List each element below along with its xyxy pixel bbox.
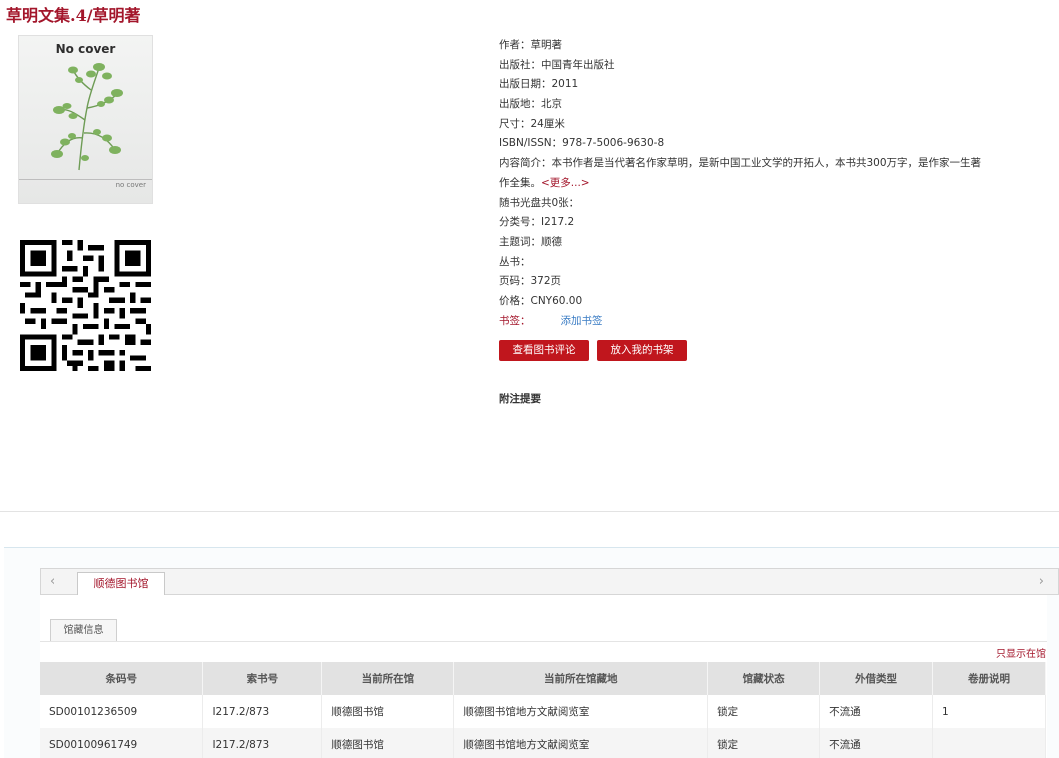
meta-pub-date: 出版日期：2011 bbox=[499, 78, 579, 91]
meta-pages: 页码：372页 bbox=[499, 275, 562, 288]
cell-current-location: 顺德图书馆地方文献阅览室 bbox=[453, 728, 709, 758]
meta-bookmark: 书签： 添加书签 bbox=[499, 312, 989, 332]
meta-isbn: ISBN/ISSN：978-7-5006-9630-8 bbox=[499, 137, 665, 150]
col-barcode[interactable]: 条码号 bbox=[40, 662, 204, 695]
cover-no-cover-text: No cover bbox=[55, 42, 116, 56]
cell-status: 锁定 bbox=[707, 728, 821, 758]
subtab-divider bbox=[40, 641, 1047, 642]
cell-volume-note: 1 bbox=[932, 695, 1046, 728]
cell-loan-type: 不流通 bbox=[819, 728, 934, 758]
meta-size: 尺寸：24厘米 bbox=[499, 117, 565, 130]
add-to-shelf-button[interactable]: 放入我的书架 bbox=[597, 340, 687, 361]
bookmark-label: 书签： bbox=[499, 314, 531, 327]
qr-code bbox=[20, 240, 151, 371]
chevron-left-icon[interactable]: ‹ bbox=[50, 574, 55, 589]
meta-subject: 主题词：顺德 bbox=[499, 235, 562, 248]
cell-barcode: SD00100961749 bbox=[40, 728, 204, 758]
meta-disc: 随书光盘共0张： bbox=[499, 196, 580, 209]
intro-more-link[interactable]: <更多...> bbox=[541, 177, 590, 189]
meta-class-no: 分类号：I217.2 bbox=[499, 216, 575, 229]
tab-holdings-info[interactable]: 馆藏信息 bbox=[50, 619, 117, 642]
meta-intro: 内容简介：本书作者是当代著名作家草明，是新中国工业文学的开拓人，本书共300万字… bbox=[499, 154, 989, 193]
add-bookmark-link[interactable]: 添加书签 bbox=[561, 315, 603, 327]
cell-call-number: I217.2/873 bbox=[202, 695, 323, 728]
tab-shunde-library[interactable]: 顺德图书馆 bbox=[77, 572, 165, 596]
cell-call-number: I217.2/873 bbox=[202, 728, 323, 758]
cell-barcode: SD00101236509 bbox=[40, 695, 204, 728]
col-loan-type[interactable]: 外借类型 bbox=[819, 662, 934, 695]
library-tab-bar: ‹ › bbox=[40, 568, 1059, 595]
meta-series: 丛书： bbox=[499, 255, 531, 268]
col-current-location[interactable]: 当前所在馆藏地 bbox=[453, 662, 709, 695]
section-divider bbox=[0, 511, 1059, 512]
col-current-library[interactable]: 当前所在馆 bbox=[321, 662, 455, 695]
book-metadata: 作者：草明著 出版社：中国青年出版社 出版日期：2011 出版地：北京 尺寸：2… bbox=[499, 36, 989, 331]
notes-title: 附注提要 bbox=[499, 393, 541, 405]
cell-loan-type: 不流通 bbox=[819, 695, 934, 728]
cell-current-library: 顺德图书馆 bbox=[321, 695, 455, 728]
cell-volume-note bbox=[932, 728, 1046, 758]
meta-pub-place: 出版地：北京 bbox=[499, 98, 562, 111]
col-volume-note[interactable]: 卷册说明 bbox=[932, 662, 1046, 695]
meta-price: 价格：CNY60.00 bbox=[499, 294, 583, 307]
book-title: 草明文集.4/草明著 bbox=[6, 6, 141, 25]
view-reviews-button[interactable]: 查看图书评论 bbox=[499, 340, 589, 361]
chevron-right-icon[interactable]: › bbox=[1039, 574, 1044, 589]
cell-status: 锁定 bbox=[707, 695, 821, 728]
book-cover: No cover no cover bbox=[18, 35, 153, 204]
cell-current-library: 顺德图书馆 bbox=[321, 728, 455, 758]
cover-no-cover-caption: no cover bbox=[115, 181, 146, 189]
meta-publisher: 出版社：中国青年出版社 bbox=[499, 58, 615, 71]
only-available-link[interactable]: 只显示在馆 bbox=[996, 645, 1046, 660]
holdings-table: 条码号 索书号 当前所在馆 当前所在馆藏地 馆藏状态 外借类型 卷册说明 SD0… bbox=[40, 662, 1046, 758]
table-header-row: 条码号 索书号 当前所在馆 当前所在馆藏地 馆藏状态 外借类型 卷册说明 bbox=[40, 662, 1046, 695]
table-row[interactable]: SD00101236509 I217.2/873 顺德图书馆 顺德图书馆地方文献… bbox=[40, 695, 1046, 728]
col-status[interactable]: 馆藏状态 bbox=[707, 662, 821, 695]
cover-divider bbox=[19, 179, 152, 180]
meta-author: 作者：草明著 bbox=[499, 39, 562, 51]
cell-current-location: 顺德图书馆地方文献阅览室 bbox=[453, 695, 709, 728]
plant-illustration bbox=[51, 63, 123, 171]
col-call-number[interactable]: 索书号 bbox=[202, 662, 323, 695]
table-row[interactable]: SD00100961749 I217.2/873 顺德图书馆 顺德图书馆地方文献… bbox=[40, 728, 1046, 758]
